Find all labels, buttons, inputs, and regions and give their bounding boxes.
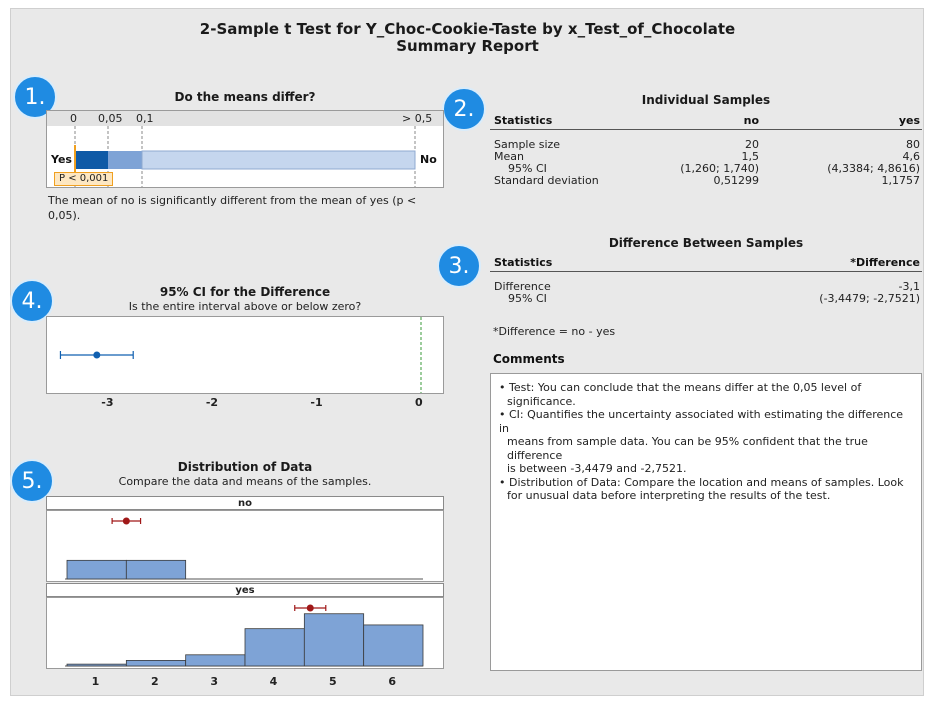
ci-difference-title: 95% CI for the Difference — [159, 285, 331, 299]
comments-box: • Test: You can conclude that the means … — [490, 373, 922, 671]
comment-line: • Test: You can conclude that the means … — [499, 381, 862, 394]
facet-panel-no — [46, 510, 444, 582]
histogram-bar — [66, 663, 127, 667]
comment-line: • CI: Quantifies the uncertainty associa… — [499, 408, 904, 435]
histogram-bar — [66, 559, 127, 580]
yes-label: Yes — [51, 153, 72, 166]
means-differ-panel: 0 0,05 0,1 > 0,5 Yes No P < 0,001 — [46, 110, 444, 188]
comments-title: Comments — [493, 352, 565, 366]
header-no: no — [743, 114, 759, 127]
table-row: Difference -3,1 — [490, 280, 922, 293]
histogram-bar — [363, 624, 424, 667]
histogram-bar — [125, 559, 187, 580]
means-differ-conclusion: The mean of no is significantly differen… — [48, 194, 417, 222]
difference-title: Difference Between Samples — [608, 236, 804, 250]
table-row: Mean 1,5 4,6 — [490, 150, 922, 163]
report-subtitle: Summary Report — [396, 37, 539, 55]
scale-label-0: 0 — [70, 112, 77, 125]
p-value-label: P < 0,001 — [54, 172, 114, 186]
ci-tick-label: -1 — [310, 396, 323, 409]
facet-panel-yes — [46, 597, 444, 669]
badge-2: 2. — [442, 87, 486, 131]
distribution-panel: no yes — [46, 496, 444, 674]
pvalue-bar-not-significant — [141, 150, 416, 170]
scale-label-005: 0,05 — [98, 112, 123, 125]
histogram-no — [65, 517, 423, 580]
cell-no: 0,51299 — [713, 174, 760, 187]
comment-line: significance. — [507, 394, 576, 408]
pvalue-bar-significant — [75, 151, 108, 169]
scale-label-01: 0,1 — [136, 112, 154, 125]
dist-tick-label: 2 — [151, 675, 159, 688]
difference-table: Statistics *Difference Difference -3,1 9… — [490, 253, 922, 305]
row-label: 95% CI — [508, 292, 547, 305]
comment-line: means from sample data. You can be 95% c… — [507, 435, 868, 462]
header-statistics: Statistics — [494, 256, 553, 269]
dist-tick-label: 4 — [269, 675, 278, 688]
no-label: No — [420, 153, 437, 166]
mean-point — [306, 604, 314, 612]
means-differ-title: Do the means differ? — [174, 90, 316, 104]
mean-point — [122, 517, 130, 525]
dist-tick-label: 3 — [210, 675, 218, 688]
ci-difference-chart — [59, 317, 422, 393]
badge-3: 3. — [437, 244, 481, 288]
distribution-axis: 1 2 3 4 5 6 — [46, 675, 444, 689]
row-label: Standard deviation — [494, 174, 599, 187]
pvalue-bar-borderline — [108, 151, 142, 169]
histogram-bar — [303, 613, 365, 667]
cell-difference: (-3,4479; -2,7521) — [819, 292, 920, 305]
table-header-row: Statistics no yes — [490, 111, 922, 130]
histogram-bar — [125, 660, 187, 667]
dist-tick-label: 1 — [91, 675, 100, 688]
table-row: Standard deviation 0,51299 1,1757 — [490, 174, 922, 187]
cell-yes: 1,1757 — [881, 174, 921, 187]
ci-estimate-point — [93, 351, 101, 359]
facet-strip-yes: yes — [46, 583, 444, 597]
ci-tick-label: -2 — [205, 396, 219, 409]
comment-line: for unusual data before interpreting the… — [507, 489, 831, 502]
scale-label-05: > 0,5 — [402, 112, 433, 125]
histogram-bar — [185, 654, 246, 667]
report-title: 2-Sample t Test for Y_Choc-Cookie-Taste … — [199, 20, 736, 38]
ci-axis: -3 -2 -1 0 — [46, 396, 444, 410]
comment-line: is between -3,4479 and -2,7521. — [507, 462, 687, 475]
ci-tick-label: -3 — [101, 396, 114, 409]
ci-difference-subtitle: Is the entire interval above or below ze… — [128, 300, 362, 313]
table-row: 95% CI (-3,4479; -2,7521) — [490, 292, 922, 305]
difference-footnote: *Difference = no - yes — [493, 325, 616, 338]
table-header-row: Statistics *Difference — [490, 253, 922, 272]
ci-difference-panel — [46, 316, 444, 394]
dist-tick-label: 6 — [388, 675, 396, 688]
dist-tick-label: 5 — [329, 675, 337, 688]
individual-samples-title: Individual Samples — [641, 93, 771, 107]
facet-strip-no: no — [46, 496, 444, 510]
histogram-bar — [244, 628, 305, 667]
table-row: Sample size 20 80 — [490, 138, 922, 151]
header-difference: *Difference — [850, 256, 920, 269]
distribution-subtitle: Compare the data and means of the sample… — [118, 475, 372, 488]
header-yes: yes — [898, 114, 920, 127]
header-statistics: Statistics — [494, 114, 553, 127]
comment-line: • Distribution of Data: Compare the loca… — [499, 475, 904, 489]
ci-tick-label: 0 — [415, 396, 423, 409]
table-row: 95% CI (1,260; 1,740) (4,3384; 4,8616) — [490, 162, 922, 175]
histogram-yes — [65, 604, 424, 667]
individual-samples-table: Statistics no yes Sample size 20 80 Mean… — [490, 111, 922, 187]
distribution-title: Distribution of Data — [177, 460, 313, 474]
